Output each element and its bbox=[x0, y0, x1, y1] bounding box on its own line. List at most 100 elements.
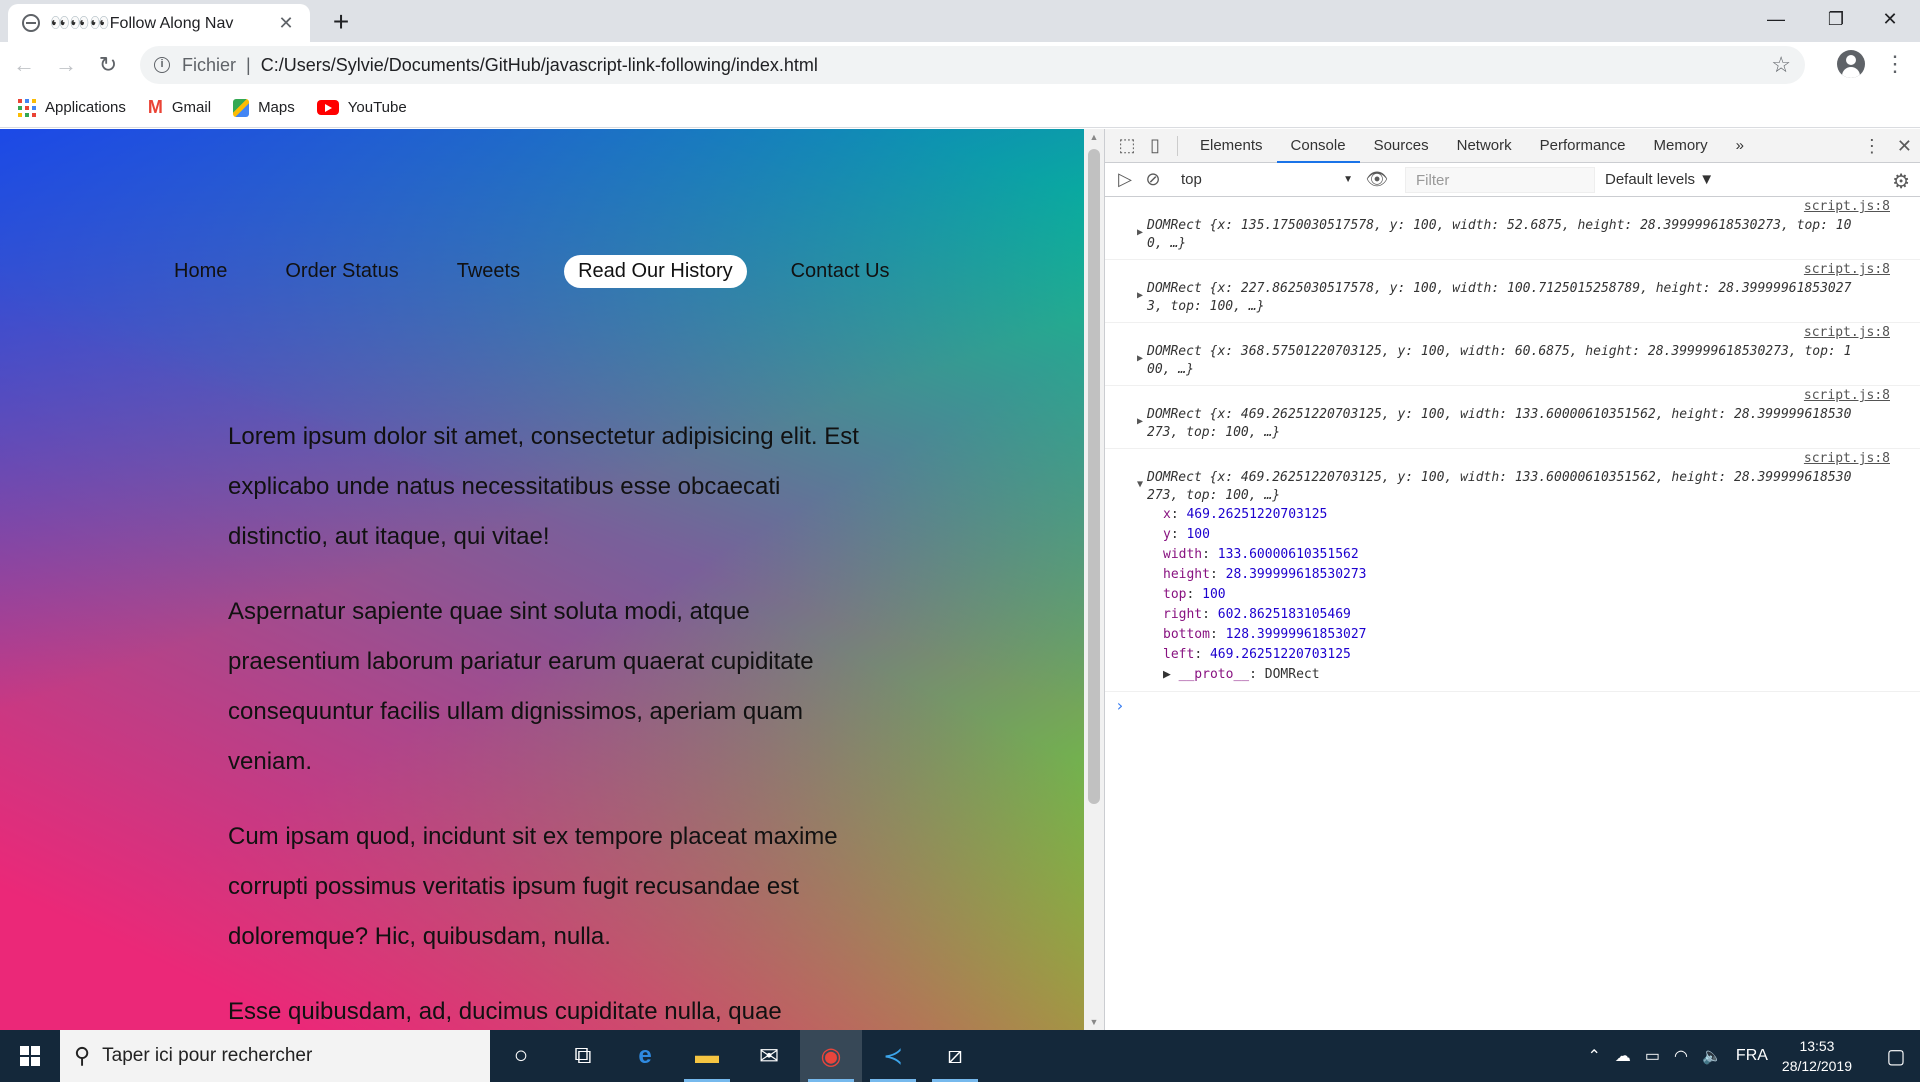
collapse-triangle-icon[interactable]: ▼ bbox=[1137, 479, 1143, 490]
log-levels-dropdown[interactable]: Default levels ▼ bbox=[1605, 171, 1714, 188]
maps-icon bbox=[233, 98, 250, 117]
more-tabs-icon[interactable]: » bbox=[1722, 129, 1758, 163]
maximize-button[interactable]: ❐ bbox=[1806, 0, 1866, 38]
globe-icon bbox=[22, 14, 40, 32]
forward-icon[interactable]: → bbox=[48, 47, 84, 83]
scrollbar-thumb[interactable] bbox=[1088, 149, 1100, 804]
scroll-down-arrow-icon[interactable]: ▼ bbox=[1084, 1014, 1104, 1030]
source-link[interactable]: script.js:8 bbox=[1804, 388, 1890, 403]
language-indicator[interactable]: FRA bbox=[1736, 1047, 1768, 1065]
address-bar[interactable]: i Fichier | C:/Users/Sylvie/Documents/Gi… bbox=[140, 46, 1805, 84]
devtools-close-icon[interactable]: ✕ bbox=[1897, 136, 1912, 157]
tab-network[interactable]: Network bbox=[1443, 129, 1526, 163]
console-settings-gear-icon[interactable]: ⚙ bbox=[1892, 169, 1910, 194]
minimize-button[interactable]: — bbox=[1746, 0, 1806, 38]
account-icon[interactable] bbox=[1837, 50, 1865, 78]
context-label: top bbox=[1181, 171, 1202, 188]
reload-icon[interactable]: ↻ bbox=[90, 47, 126, 83]
file-explorer-icon[interactable]: ▬ bbox=[676, 1030, 738, 1082]
taskbar-search[interactable]: ⚲ Taper ici pour rechercher bbox=[60, 1030, 490, 1082]
notifications-icon[interactable]: ▢ bbox=[1872, 1044, 1920, 1069]
volume-icon[interactable]: 🔈 bbox=[1702, 1046, 1722, 1066]
context-selector[interactable]: top ▼ bbox=[1181, 171, 1353, 188]
onedrive-cloud-icon[interactable]: ☁ bbox=[1615, 1046, 1631, 1066]
nav-link-home[interactable]: Home bbox=[160, 255, 241, 288]
tab-elements[interactable]: Elements bbox=[1186, 129, 1277, 163]
nav-link-tweets[interactable]: Tweets bbox=[443, 255, 534, 288]
page-viewport: Home Order Status Tweets Read Our Histor… bbox=[0, 129, 1084, 1030]
bookmark-maps[interactable]: Maps bbox=[233, 98, 295, 117]
clock[interactable]: 13:53 28/12/2019 bbox=[1782, 1036, 1852, 1076]
edge-icon[interactable]: e bbox=[614, 1030, 676, 1082]
inspect-element-icon[interactable]: ⬚ bbox=[1113, 135, 1141, 156]
wifi-icon[interactable]: ◠ bbox=[1674, 1046, 1688, 1066]
proto-row[interactable]: ▶ __proto__: DOMRect bbox=[1163, 665, 1892, 685]
device-toolbar-icon[interactable]: ▯ bbox=[1141, 135, 1169, 156]
browser-tab[interactable]: 👀👀👀Follow Along Nav ✕ bbox=[8, 4, 310, 42]
battery-icon[interactable]: ▭ bbox=[1645, 1046, 1660, 1066]
console-filter-input[interactable]: Filter bbox=[1405, 166, 1595, 193]
tab-performance[interactable]: Performance bbox=[1526, 129, 1640, 163]
console-message[interactable]: script.js:8 ▶ DOMRect {x: 227.8625030517… bbox=[1105, 260, 1920, 323]
clear-console-icon[interactable]: ⊘ bbox=[1139, 169, 1167, 190]
scroll-up-arrow-icon[interactable]: ▲ bbox=[1084, 129, 1104, 145]
paragraph: Aspernatur sapiente quae sint soluta mod… bbox=[228, 598, 814, 775]
expand-triangle-icon[interactable]: ▶ bbox=[1137, 353, 1143, 364]
source-link[interactable]: script.js:8 bbox=[1804, 199, 1890, 214]
back-icon[interactable]: ← bbox=[6, 47, 42, 83]
console-message[interactable]: script.js:8 ▶ DOMRect {x: 135.1750030517… bbox=[1105, 197, 1920, 260]
console-message-expanded[interactable]: script.js:8 ▼ DOMRect {x: 469.2625122070… bbox=[1105, 449, 1920, 692]
sidebar-toggle-icon[interactable]: ▷ bbox=[1111, 169, 1139, 190]
chrome-icon[interactable]: ◉ bbox=[800, 1030, 862, 1082]
message-text: DOMRect {x: 469.26251220703125, y: 100, … bbox=[1147, 407, 1852, 440]
paragraph: Lorem ipsum dolor sit amet, consectetur … bbox=[228, 423, 859, 550]
start-button[interactable] bbox=[0, 1030, 60, 1082]
close-window-button[interactable]: ✕ bbox=[1860, 0, 1920, 38]
source-link[interactable]: script.js:8 bbox=[1804, 451, 1890, 466]
gmail-icon: M bbox=[147, 97, 163, 117]
console-message[interactable]: script.js:8 ▶ DOMRect {x: 469.2625122070… bbox=[1105, 386, 1920, 449]
console-message[interactable]: script.js:8 ▶ DOMRect {x: 368.5750122070… bbox=[1105, 323, 1920, 386]
menu-kebab-icon[interactable]: ⋮ bbox=[1884, 50, 1906, 78]
url-text[interactable]: C:/Users/Sylvie/Documents/GitHub/javascr… bbox=[261, 55, 818, 76]
cortana-icon[interactable]: ○ bbox=[490, 1030, 552, 1082]
devtools-menu-icon[interactable]: ⋮ bbox=[1863, 136, 1881, 157]
tab-strip: 👀👀👀Follow Along Nav ✕ + — ❐ ✕ bbox=[0, 0, 1920, 42]
tab-sources[interactable]: Sources bbox=[1360, 129, 1443, 163]
vscode-icon[interactable]: ≺ bbox=[862, 1030, 924, 1082]
page-scrollbar[interactable]: ▲ ▼ bbox=[1084, 129, 1104, 1030]
live-expression-eye-icon[interactable]: 👁 bbox=[1363, 169, 1391, 190]
bookmark-label: Gmail bbox=[171, 99, 212, 116]
expand-triangle-icon[interactable]: ▶ bbox=[1137, 227, 1143, 238]
nav-link-order-status[interactable]: Order Status bbox=[271, 255, 412, 288]
dropdown-arrow-icon: ▼ bbox=[1343, 174, 1353, 185]
expand-triangle-icon[interactable]: ▶ bbox=[1137, 290, 1143, 301]
nav-link-read-our-history[interactable]: Read Our History bbox=[564, 255, 747, 288]
bookmark-applications[interactable]: Applications bbox=[18, 98, 126, 117]
source-link[interactable]: script.js:8 bbox=[1804, 325, 1890, 340]
console-prompt[interactable]: › bbox=[1105, 692, 1920, 719]
source-link[interactable]: script.js:8 bbox=[1804, 262, 1890, 277]
info-icon[interactable]: i bbox=[154, 57, 170, 73]
property-row: bottom: 128.39999961853027 bbox=[1163, 627, 1367, 642]
bookmark-gmail[interactable]: M Gmail bbox=[148, 97, 211, 118]
message-text: DOMRect {x: 469.26251220703125, y: 100, … bbox=[1147, 470, 1852, 503]
show-hidden-icons-icon[interactable]: ⌃ bbox=[1588, 1046, 1601, 1066]
nav-link-contact-us[interactable]: Contact Us bbox=[777, 255, 904, 288]
expand-triangle-icon[interactable]: ▶ bbox=[1137, 416, 1143, 427]
site-nav: Home Order Status Tweets Read Our Histor… bbox=[160, 255, 934, 288]
object-properties: x: 469.26251220703125 y: 100 width: 133.… bbox=[1147, 505, 1892, 685]
bookmark-youtube[interactable]: YouTube bbox=[316, 99, 407, 116]
apps-grid-icon bbox=[18, 98, 36, 117]
scheme-label: Fichier bbox=[182, 54, 237, 75]
bookmark-star-icon[interactable]: ☆ bbox=[1771, 52, 1791, 78]
new-tab-button[interactable]: + bbox=[326, 6, 356, 38]
task-view-icon[interactable]: ⧉ bbox=[552, 1030, 614, 1082]
tab-close-icon[interactable]: ✕ bbox=[276, 13, 296, 34]
tab-console[interactable]: Console bbox=[1276, 129, 1360, 163]
tab-memory[interactable]: Memory bbox=[1640, 129, 1722, 163]
search-icon: ⚲ bbox=[74, 1043, 91, 1068]
divider bbox=[1177, 135, 1178, 156]
app-icon[interactable]: ⧄ bbox=[924, 1030, 986, 1082]
mail-icon[interactable]: ✉ bbox=[738, 1030, 800, 1082]
